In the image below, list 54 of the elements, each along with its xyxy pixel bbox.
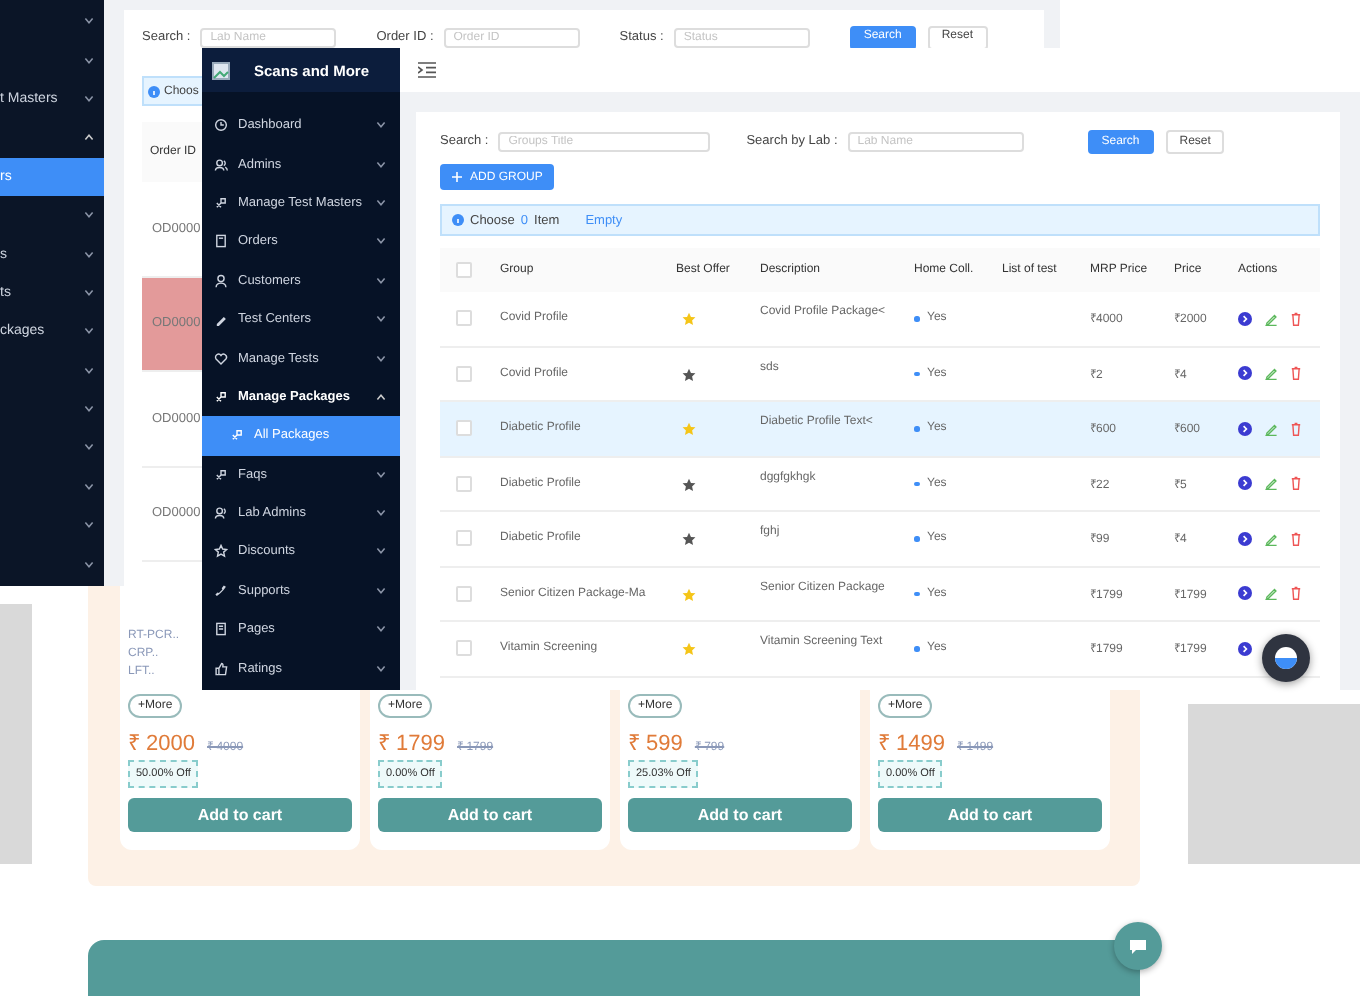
checkbox[interactable] xyxy=(456,310,472,327)
checkbox[interactable] xyxy=(456,420,472,437)
chat-button[interactable] xyxy=(1114,922,1162,970)
checkbox[interactable] xyxy=(456,475,472,492)
thumbs-up-icon xyxy=(214,661,228,676)
broken-image-icon xyxy=(212,61,230,79)
price: ₹ 599 xyxy=(628,730,683,756)
menu-icon[interactable] xyxy=(418,62,436,78)
checkbox[interactable] xyxy=(456,530,472,547)
checkbox[interactable] xyxy=(456,640,472,657)
arrow-circle-icon[interactable] xyxy=(1238,586,1252,601)
arrow-circle-icon[interactable] xyxy=(1238,531,1252,546)
phone-icon xyxy=(214,583,228,598)
arrow-circle-icon[interactable] xyxy=(1238,311,1252,326)
arrow-circle-icon[interactable] xyxy=(1238,476,1252,491)
trash-icon[interactable] xyxy=(1290,586,1302,601)
edit-icon[interactable] xyxy=(1264,476,1278,491)
trash-icon[interactable] xyxy=(1290,531,1302,546)
price: ₹ 1499 xyxy=(878,730,946,756)
info-icon xyxy=(452,214,464,226)
chat-icon xyxy=(1128,937,1148,955)
heart-icon xyxy=(214,351,228,366)
arrow-circle-icon[interactable] xyxy=(1238,366,1252,381)
half-circle-icon xyxy=(1274,646,1298,670)
users-icon xyxy=(214,506,228,521)
price: ₹ 1799 xyxy=(378,730,446,756)
document-icon xyxy=(214,234,228,249)
pen-icon xyxy=(214,312,228,327)
person-icon xyxy=(214,273,228,288)
document-icon xyxy=(214,622,228,637)
edit-icon[interactable] xyxy=(1264,311,1278,326)
clock-icon xyxy=(214,118,228,133)
star-icon xyxy=(214,544,228,559)
info-icon xyxy=(148,85,160,97)
trash-icon[interactable] xyxy=(1290,311,1302,326)
arrow-circle-icon[interactable] xyxy=(1238,641,1252,656)
trash-icon[interactable] xyxy=(1290,476,1302,491)
arrow-circle-icon[interactable] xyxy=(1238,421,1252,436)
edit-icon[interactable] xyxy=(1264,586,1278,601)
price: ₹ 2000 xyxy=(128,730,196,756)
checkbox[interactable] xyxy=(456,262,472,278)
trash-icon[interactable] xyxy=(1290,366,1302,381)
checkbox[interactable] xyxy=(456,585,472,602)
users-icon xyxy=(214,157,228,172)
puzzle-icon xyxy=(230,428,244,443)
checkbox[interactable] xyxy=(456,365,472,382)
puzzle-icon xyxy=(214,389,228,404)
puzzle-icon xyxy=(214,467,228,482)
edit-icon[interactable] xyxy=(1264,366,1278,381)
puzzle-icon xyxy=(214,195,228,210)
plus-icon xyxy=(452,172,462,182)
trash-icon[interactable] xyxy=(1290,421,1302,436)
edit-icon[interactable] xyxy=(1264,531,1278,546)
edit-icon[interactable] xyxy=(1264,421,1278,436)
